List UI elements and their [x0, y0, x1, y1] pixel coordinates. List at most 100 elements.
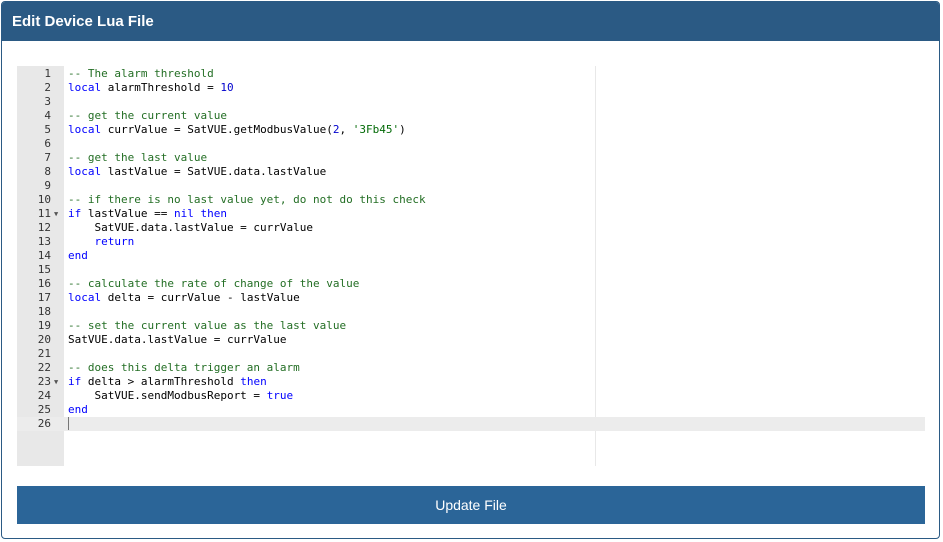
- code-line[interactable]: 25 end: [17, 403, 925, 417]
- code-token: SatVUE.sendModbusReport =: [68, 389, 267, 402]
- code-token: local: [68, 291, 102, 304]
- line-number: 17: [37, 291, 51, 304]
- code-token: end: [68, 403, 88, 416]
- code-line[interactable]: 14 end: [17, 249, 925, 263]
- code-line[interactable]: 8 local lastValue = SatVUE.data.lastValue: [17, 165, 925, 179]
- code-token: 10: [220, 81, 234, 94]
- line-number: 20: [37, 333, 51, 346]
- line-number: 5: [44, 123, 51, 136]
- code-token: local: [68, 123, 102, 136]
- code-text: -- if there is no last value yet, do not…: [68, 193, 426, 207]
- code-token: -- set the current value as the last val…: [68, 319, 347, 332]
- code-line[interactable]: 22 -- does this delta trigger an alarm: [17, 361, 925, 375]
- code-text: local lastValue = SatVUE.data.lastValue: [68, 165, 326, 179]
- code-token: -- does this delta trigger an alarm: [68, 361, 300, 374]
- code-line[interactable]: 10 -- if there is no last value yet, do n…: [17, 193, 925, 207]
- line-number: 10: [37, 193, 51, 206]
- code-text: -- does this delta trigger an alarm: [68, 361, 300, 375]
- code-line[interactable]: 1 -- The alarm threshold: [17, 67, 925, 81]
- code-line[interactable]: 23 ▼ if delta > alarmThreshold then: [17, 375, 925, 389]
- line-number: 26: [37, 417, 51, 430]
- code-token: alarmThreshold =: [101, 81, 221, 94]
- code-text: -- get the last value: [68, 151, 207, 165]
- code-token: lastValue ==: [81, 207, 174, 220]
- code-line[interactable]: 26: [17, 417, 925, 431]
- code-text: SatVUE.data.lastValue = currValue: [68, 333, 287, 347]
- line-number: 13: [37, 235, 51, 248]
- code-line[interactable]: 11 ▼ if lastValue == nil then: [17, 207, 925, 221]
- code-token: then: [240, 375, 267, 388]
- line-number: 21: [37, 347, 51, 360]
- code-text: [68, 417, 69, 431]
- code-line[interactable]: 12 SatVUE.data.lastValue = currValue: [17, 221, 925, 235]
- line-number: 1: [44, 67, 51, 80]
- code-token: ): [399, 123, 406, 136]
- code-token: 2: [332, 123, 340, 136]
- code-token: true: [266, 389, 294, 402]
- code-text: SatVUE.data.lastValue = currValue: [68, 221, 313, 235]
- code-line[interactable]: 18: [17, 305, 925, 319]
- code-text: if delta > alarmThreshold then: [68, 375, 267, 389]
- line-number: 2: [44, 81, 51, 94]
- code-text: -- The alarm threshold: [68, 67, 214, 81]
- code-text: end: [68, 249, 88, 263]
- code-token: -- get the last value: [68, 151, 208, 164]
- line-number: 3: [44, 95, 51, 108]
- edit-lua-panel: Edit Device Lua File 1 -- The alarm thres…: [1, 1, 940, 539]
- code-line[interactable]: 24 SatVUE.sendModbusReport = true: [17, 389, 925, 403]
- code-token: -- calculate the rate of change of the v…: [68, 277, 360, 290]
- line-number: 8: [44, 165, 51, 178]
- code-token: nil: [173, 207, 194, 220]
- code-token: delta > alarmThreshold: [81, 375, 241, 388]
- code-text: if lastValue == nil then: [68, 207, 227, 221]
- code-token: -- get the current value: [68, 109, 227, 122]
- code-token: ,: [339, 123, 353, 136]
- line-number: 22: [37, 361, 51, 374]
- line-number: 15: [37, 263, 51, 276]
- code-line[interactable]: 19 -- set the current value as the last v…: [17, 319, 925, 333]
- code-line[interactable]: 13 return: [17, 235, 925, 249]
- code-text: -- calculate the rate of change of the v…: [68, 277, 359, 291]
- code-token: SatVUE.data.lastValue = currValue: [68, 221, 314, 234]
- code-text: end: [68, 403, 88, 417]
- code-token: local: [68, 81, 102, 94]
- code-token: SatVUE.data.lastValue = currValue: [68, 333, 287, 346]
- fold-arrow-icon[interactable]: ▼: [54, 375, 58, 389]
- fold-arrow-icon[interactable]: ▼: [54, 207, 58, 221]
- update-file-button[interactable]: Update File: [17, 486, 925, 524]
- code-token: if: [68, 207, 82, 220]
- code-line[interactable]: 6: [17, 137, 925, 151]
- code-token: currValue = SatVUE.getModbusValue(: [101, 123, 333, 136]
- code-line[interactable]: 7 -- get the last value: [17, 151, 925, 165]
- code-line[interactable]: 17 local delta = currValue - lastValue: [17, 291, 925, 305]
- code-token: if: [68, 375, 82, 388]
- code-token: end: [68, 249, 88, 262]
- code-lines[interactable]: 1 -- The alarm threshold 2 local alarmThres…: [17, 67, 925, 431]
- line-number: 11: [37, 207, 51, 220]
- code-text: local delta = currValue - lastValue: [68, 291, 300, 305]
- line-number: 7: [44, 151, 51, 164]
- code-line[interactable]: 20 SatVUE.data.lastValue = currValue: [17, 333, 925, 347]
- code-editor[interactable]: 1 -- The alarm threshold 2 local alarmThres…: [17, 66, 925, 466]
- code-token: -- if there is no last value yet, do not…: [68, 193, 426, 206]
- line-number: 18: [37, 305, 51, 318]
- code-text: -- set the current value as the last val…: [68, 319, 346, 333]
- text-cursor: [68, 417, 69, 430]
- code-line[interactable]: 15: [17, 263, 925, 277]
- line-number: 24: [37, 389, 51, 402]
- code-line[interactable]: 4 -- get the current value: [17, 109, 925, 123]
- line-number: 4: [44, 109, 51, 122]
- code-line[interactable]: 16 -- calculate the rate of change of the…: [17, 277, 925, 291]
- code-line[interactable]: 5 local currValue = SatVUE.getModbusValue…: [17, 123, 925, 137]
- line-number: 23: [37, 375, 51, 388]
- line-number: 25: [37, 403, 51, 416]
- code-line[interactable]: 9: [17, 179, 925, 193]
- code-text: return: [68, 235, 135, 249]
- code-line[interactable]: 3: [17, 95, 925, 109]
- code-text: local alarmThreshold = 10: [68, 81, 234, 95]
- code-token: lastValue = SatVUE.data.lastValue: [101, 165, 327, 178]
- code-line[interactable]: 2 local alarmThreshold = 10: [17, 81, 925, 95]
- code-line[interactable]: 21: [17, 347, 925, 361]
- code-token: delta = currValue - lastValue: [101, 291, 300, 304]
